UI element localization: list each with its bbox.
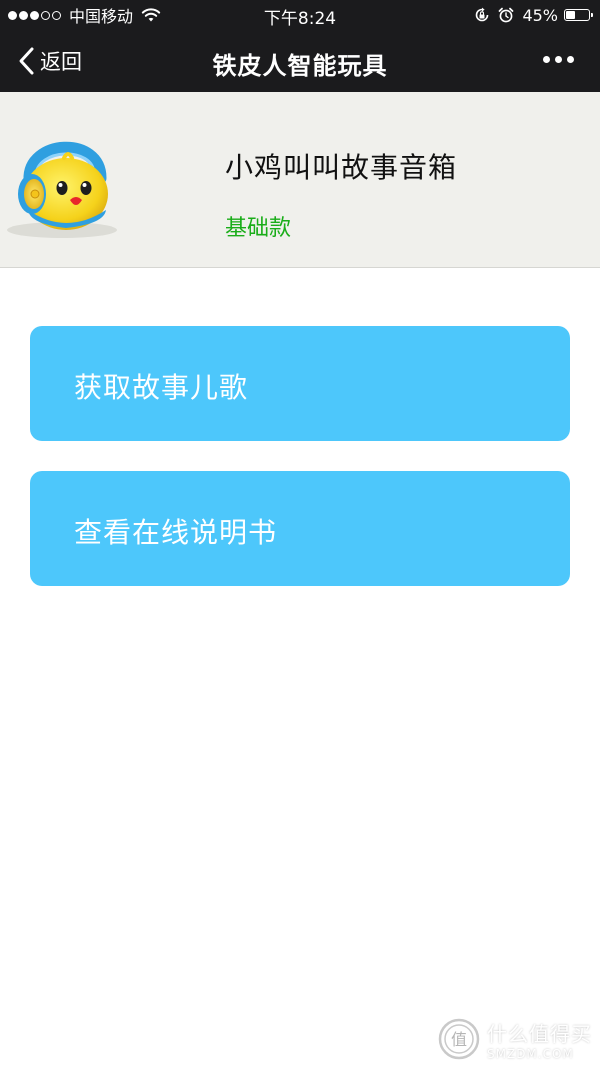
battery-level xyxy=(566,11,575,19)
watermark-text-cn: 什么值得买 xyxy=(487,1021,592,1046)
rotation-lock-icon xyxy=(476,7,489,22)
status-right: 45% xyxy=(474,5,593,25)
watermark: 值 什么值得买 SMZDM.COM xyxy=(437,1017,592,1061)
product-model: 基础款 xyxy=(225,216,292,241)
chick-speaker-image xyxy=(7,141,117,238)
watermark-logo-icon: 值 xyxy=(438,1018,480,1060)
product-header: 小鸡叫叫故事音箱 基础款 xyxy=(0,92,600,268)
battery-percent: 45% xyxy=(522,5,558,25)
chevron-left-icon xyxy=(19,47,34,75)
more-dot xyxy=(555,56,562,63)
battery-icon xyxy=(564,9,593,21)
more-dot xyxy=(567,56,574,63)
view-manual-label: 查看在线说明书 xyxy=(74,516,278,549)
view-manual-button[interactable]: 查看在线说明书 xyxy=(30,471,570,586)
page-title: 铁皮人智能玩具 xyxy=(212,52,388,80)
back-button[interactable]: 返回 xyxy=(18,45,82,77)
svg-text:值: 值 xyxy=(451,1030,467,1049)
status-bar: 中国移动 下午8:24 45% xyxy=(0,0,600,30)
nav-bar: 返回 铁皮人智能玩具 xyxy=(0,30,600,92)
back-label: 返回 xyxy=(40,50,82,74)
get-stories-button[interactable]: 获取故事儿歌 xyxy=(30,326,570,441)
get-stories-label: 获取故事儿歌 xyxy=(74,371,249,404)
watermark-text-en: SMZDM.COM xyxy=(487,1046,574,1061)
more-icon[interactable] xyxy=(538,56,574,63)
more-dot xyxy=(543,56,550,63)
product-name: 小鸡叫叫故事音箱 xyxy=(225,151,458,184)
alarm-icon xyxy=(499,7,514,23)
watermark-text: 什么值得买 SMZDM.COM xyxy=(487,1018,592,1061)
